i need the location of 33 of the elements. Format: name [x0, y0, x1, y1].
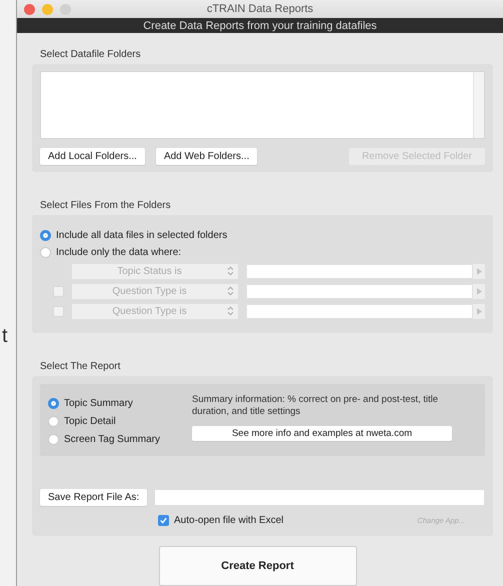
- minimize-icon[interactable]: [42, 4, 53, 14]
- report-type-label: Screen Tag Summary: [64, 434, 160, 444]
- background-text: t: [2, 326, 8, 346]
- save-as-button[interactable]: Save Report File As:: [40, 489, 148, 506]
- checkbox[interactable]: [158, 515, 169, 526]
- file-name-field[interactable]: [154, 489, 485, 506]
- header-subtitle: Create Data Reports from your training datafiles: [143, 20, 377, 32]
- report-description: Summary information: % correct on pre- and post-test, title duration, and title settings: [192, 394, 440, 418]
- folder-list[interactable]: [40, 71, 485, 139]
- create-report-button[interactable]: Create Report: [158, 546, 356, 586]
- up-down-arrows-icon: [227, 306, 234, 316]
- report-type-label: Topic Detail: [64, 416, 116, 426]
- section-label: Select The Report: [40, 361, 122, 372]
- close-icon[interactable]: [24, 4, 35, 14]
- up-down-arrows-icon: [227, 286, 234, 296]
- folder-button[interactable]: Add Web Folders...: [156, 148, 258, 165]
- folder-button[interactable]: Add Local Folders...: [40, 148, 145, 165]
- option-label: Include all data files in selected folders: [56, 230, 228, 241]
- section-label: Select Datafile Folders: [40, 49, 142, 60]
- report-type-label: Topic Summary: [64, 398, 133, 408]
- radio-button[interactable]: [48, 416, 59, 426]
- radio-button[interactable]: [48, 434, 59, 444]
- radio-button[interactable]: [48, 398, 59, 408]
- option-label: Include only the data where:: [56, 247, 182, 258]
- checkbox-label: Auto-open file with Excel: [174, 515, 284, 526]
- zoom-icon[interactable]: [60, 4, 71, 14]
- radio-button[interactable]: [40, 247, 51, 258]
- window-title: cTRAIN Data Reports: [206, 3, 314, 15]
- scroll-bar[interactable]: [473, 72, 484, 138]
- info-button[interactable]: See more info and examples at nweta.com: [192, 426, 452, 441]
- up-down-arrows-icon: [227, 266, 234, 276]
- radio-button[interactable]: [40, 230, 51, 241]
- section-label: Select Files From the Folders: [40, 200, 172, 211]
